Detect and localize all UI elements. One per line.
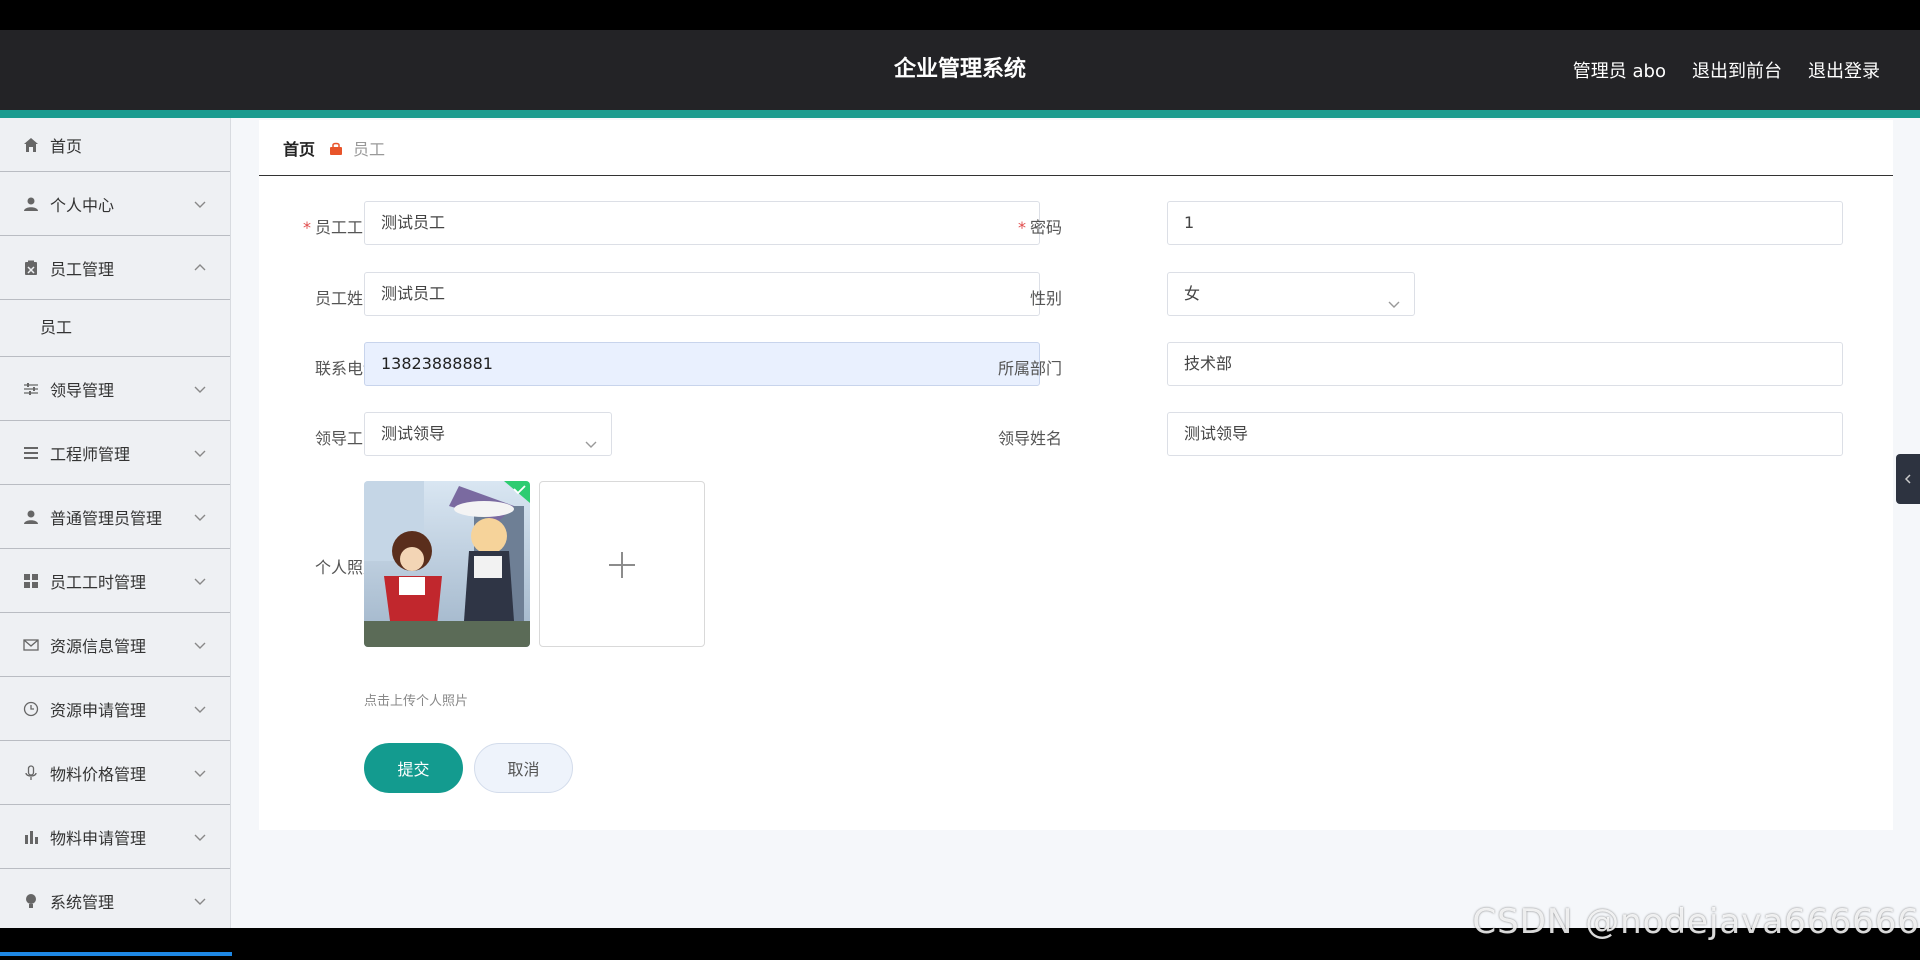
- clock-icon: [22, 700, 40, 718]
- gender-label: 性别: [1029, 289, 1062, 308]
- password-label-text: 密码: [1029, 218, 1062, 237]
- breadcrumb: 首页 员工: [259, 120, 1893, 176]
- sidebar-item-resource-info-management[interactable]: 资源信息管理: [0, 613, 230, 677]
- sidebar-item-material-price-management[interactable]: 物料价格管理: [0, 741, 230, 805]
- sidebar-item-admin-management[interactable]: 普通管理员管理: [0, 485, 230, 549]
- chevron-down-icon: [192, 573, 208, 589]
- chevron-up-icon: [192, 260, 208, 276]
- home-icon: [22, 136, 40, 154]
- watermark-text: CSDN @nodejava666666: [1472, 902, 1920, 942]
- leader-id-select-value: 测试领导: [381, 424, 446, 443]
- password-label: * 密码: [942, 214, 1062, 238]
- clipboard-icon: [22, 259, 40, 277]
- mail-icon: [22, 636, 40, 654]
- chevron-down-icon: [192, 445, 208, 461]
- chevron-down-icon: [192, 196, 208, 212]
- gender-select-value: 女: [1184, 284, 1201, 303]
- upload-add-button[interactable]: [539, 481, 705, 647]
- sidebar-item-home[interactable]: 首页: [0, 118, 230, 172]
- leader-name-input[interactable]: 测试领导: [1167, 412, 1843, 456]
- sidebar-item-label: 系统管理: [50, 892, 115, 912]
- user-icon: [22, 508, 40, 526]
- grid-icon: [22, 572, 40, 590]
- sidebar-menu: 首页 个人中心 员工管理 员工 领导管理 工程师管理 普通管理员管理 员工工时管…: [0, 118, 231, 928]
- video-progress-bar: [0, 952, 232, 956]
- leader-name-label: 领导姓名: [997, 429, 1062, 448]
- chevron-down-icon: [1386, 286, 1402, 308]
- sidebar-item-material-request-management[interactable]: 物料申请管理: [0, 805, 230, 869]
- main-content: 首页 员工 * 员工工号 测试员工 * 密码 1 员工姓名 测试员工 性别 女 联系…: [259, 120, 1893, 830]
- required-mark: *: [302, 218, 311, 237]
- app-header: 企业管理系统 管理员 abo 退出到前台 退出登录: [0, 30, 1920, 118]
- chevron-left-icon: [1904, 474, 1911, 484]
- mic-icon: [22, 764, 40, 782]
- side-panel-toggle[interactable]: [1896, 454, 1920, 504]
- sidebar-item-label: 普通管理员管理: [50, 508, 163, 528]
- sidebar-item-label: 资源申请管理: [50, 700, 147, 720]
- sidebar-subitem-employee[interactable]: 员工: [0, 300, 230, 357]
- header-user-area: 管理员 abo 退出到前台 退出登录: [1573, 30, 1880, 110]
- employee-id-input[interactable]: 测试员工: [364, 201, 1040, 245]
- sidebar-item-label: 物料价格管理: [50, 764, 147, 784]
- sidebar-item-personal-center[interactable]: 个人中心: [0, 172, 230, 236]
- sidebar-item-label: 领导管理: [50, 380, 115, 400]
- employee-name-input[interactable]: 测试员工: [364, 272, 1040, 316]
- chevron-down-icon: [192, 829, 208, 845]
- sidebar-item-label: 物料申请管理: [50, 828, 147, 848]
- department-input[interactable]: 技术部: [1167, 342, 1843, 386]
- sliders-icon: [22, 380, 40, 398]
- chevron-down-icon: [192, 765, 208, 781]
- sidebar-item-label: 工程师管理: [50, 444, 131, 464]
- uploaded-photo-thumbnail[interactable]: [364, 481, 530, 647]
- chevron-down-icon: [192, 701, 208, 717]
- back-to-front-link[interactable]: 退出到前台: [1692, 57, 1782, 83]
- breadcrumb-home[interactable]: 首页: [283, 136, 315, 160]
- phone-input[interactable]: 13823888881: [364, 342, 1040, 386]
- leader-id-select[interactable]: 测试领导: [364, 412, 612, 456]
- sidebar-item-label: 资源信息管理: [50, 636, 147, 656]
- sidebar-item-system-management[interactable]: 系统管理: [0, 869, 230, 928]
- employee-id-label: * 员工工号: [259, 214, 379, 238]
- chevron-down-icon: [583, 426, 599, 448]
- photo-label: 个人照片: [314, 558, 379, 577]
- sidebar-item-label: 员工工时管理: [50, 572, 147, 592]
- top-black-strip: [0, 0, 1920, 30]
- leader-id-label: 领导工号: [314, 429, 379, 448]
- breadcrumb-separator-icon: [329, 141, 343, 155]
- photo-upload-hint: 点击上传个人照片: [364, 694, 469, 709]
- submit-button[interactable]: 提交: [364, 743, 463, 793]
- logout-link[interactable]: 退出登录: [1808, 57, 1880, 83]
- sidebar-item-label: 首页: [50, 136, 83, 156]
- sidebar-item-resource-request-management[interactable]: 资源申请管理: [0, 677, 230, 741]
- sidebar-item-leader-management[interactable]: 领导管理: [0, 357, 230, 421]
- current-user-label: 管理员 abo: [1572, 61, 1666, 82]
- sidebar-item-worktime-management[interactable]: 员工工时管理: [0, 549, 230, 613]
- phone-label: 联系电话: [314, 359, 379, 378]
- sidebar-item-employee-management[interactable]: 员工管理: [0, 236, 230, 300]
- gender-select[interactable]: 女: [1167, 272, 1415, 316]
- sidebar-item-label: 个人中心: [50, 195, 115, 215]
- chevron-down-icon: [192, 637, 208, 653]
- breadcrumb-current: 员工: [353, 139, 386, 159]
- password-input[interactable]: 1: [1167, 201, 1843, 245]
- chevron-down-icon: [192, 381, 208, 397]
- photo-illustration: [364, 481, 530, 647]
- chevron-down-icon: [192, 893, 208, 909]
- bulb-icon: [22, 892, 40, 910]
- bar-chart-icon: [22, 828, 40, 846]
- user-icon: [22, 195, 40, 213]
- chevron-down-icon: [192, 509, 208, 525]
- list-icon: [22, 444, 40, 462]
- cancel-button[interactable]: 取消: [474, 743, 573, 793]
- required-mark: *: [1017, 218, 1026, 237]
- department-label: 所属部门: [997, 359, 1062, 378]
- employee-name-label: 员工姓名: [314, 289, 379, 308]
- sidebar-item-label: 员工管理: [50, 259, 115, 279]
- sidebar-item-engineer-management[interactable]: 工程师管理: [0, 421, 230, 485]
- plus-icon: [609, 552, 635, 578]
